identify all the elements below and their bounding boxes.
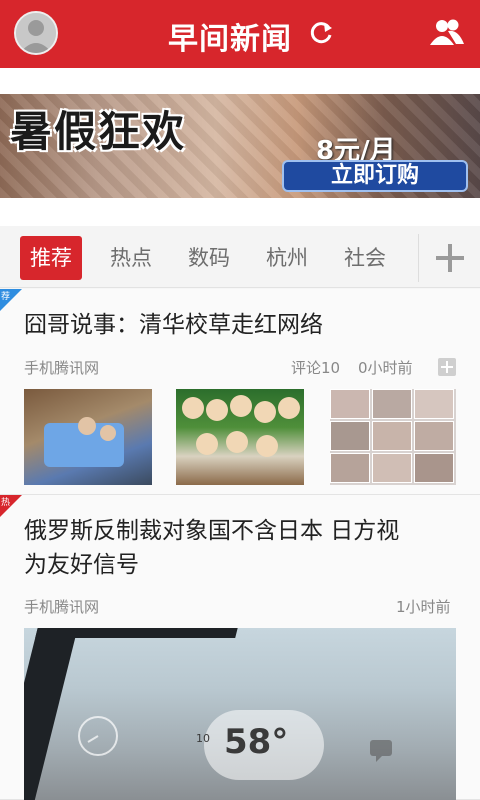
clock-icon (78, 716, 118, 756)
news-source: 手机腾讯网 (24, 598, 100, 616)
chat-icon (370, 740, 392, 762)
app-header: 早间新闻 (0, 0, 480, 68)
banner-spacer-bottom (0, 198, 480, 226)
tab-recommend[interactable]: 推荐 (20, 236, 82, 280)
image-scene (24, 628, 243, 800)
tab-divider (418, 234, 419, 282)
weather-temperature: 58° (224, 722, 289, 762)
friends-icon[interactable] (428, 17, 466, 49)
promo-banner[interactable]: 暑假狂欢 8元/月 立即订购 (0, 94, 480, 198)
page-title-text: 早间新闻 (168, 22, 292, 57)
page-title: 早间新闻 (0, 14, 480, 58)
news-thumbnail[interactable] (24, 389, 152, 485)
news-title-line2[interactable]: 为友好信号 (24, 547, 139, 583)
tab-hot[interactable]: 热点 (100, 236, 162, 280)
banner-spacer (0, 68, 480, 94)
news-card[interactable]: 荐 囧哥说事：清华校草走红网络 手机腾讯网 评论10 0小时前 (0, 289, 480, 495)
news-time: 1小时前 (396, 598, 451, 616)
category-tabs: 推荐 热点 数码 杭州 社会 (0, 226, 480, 288)
news-title[interactable]: 囧哥说事：清华校草走红网络 (24, 307, 323, 343)
news-card[interactable]: 热 俄罗斯反制裁对象国不含日本 日方视 为友好信号 手机腾讯网 1小时前 10 … (0, 495, 480, 800)
add-category-icon[interactable] (432, 240, 468, 276)
news-thumbnail[interactable] (330, 389, 456, 485)
tab-digital[interactable]: 数码 (178, 236, 240, 280)
more-icon[interactable] (438, 358, 456, 376)
hot-corner-label: 热 (1, 498, 11, 508)
tab-society[interactable]: 社会 (334, 236, 396, 280)
subscribe-button[interactable]: 立即订购 (282, 160, 468, 192)
comment-count: 评论10 (291, 359, 341, 377)
news-thumbnail[interactable] (176, 389, 304, 485)
refresh-icon[interactable] (309, 20, 335, 46)
banner-title: 暑假狂欢 (10, 107, 187, 156)
tab-hangzhou[interactable]: 杭州 (256, 236, 318, 280)
news-image[interactable]: 10 58° (24, 628, 456, 800)
news-source: 手机腾讯网 (24, 359, 100, 377)
weather-low: 10 (196, 732, 210, 745)
recommend-corner-label: 荐 (1, 292, 11, 302)
news-time: 0小时前 (358, 359, 413, 377)
news-title-line1[interactable]: 俄罗斯反制裁对象国不含日本 日方视 (24, 513, 399, 549)
